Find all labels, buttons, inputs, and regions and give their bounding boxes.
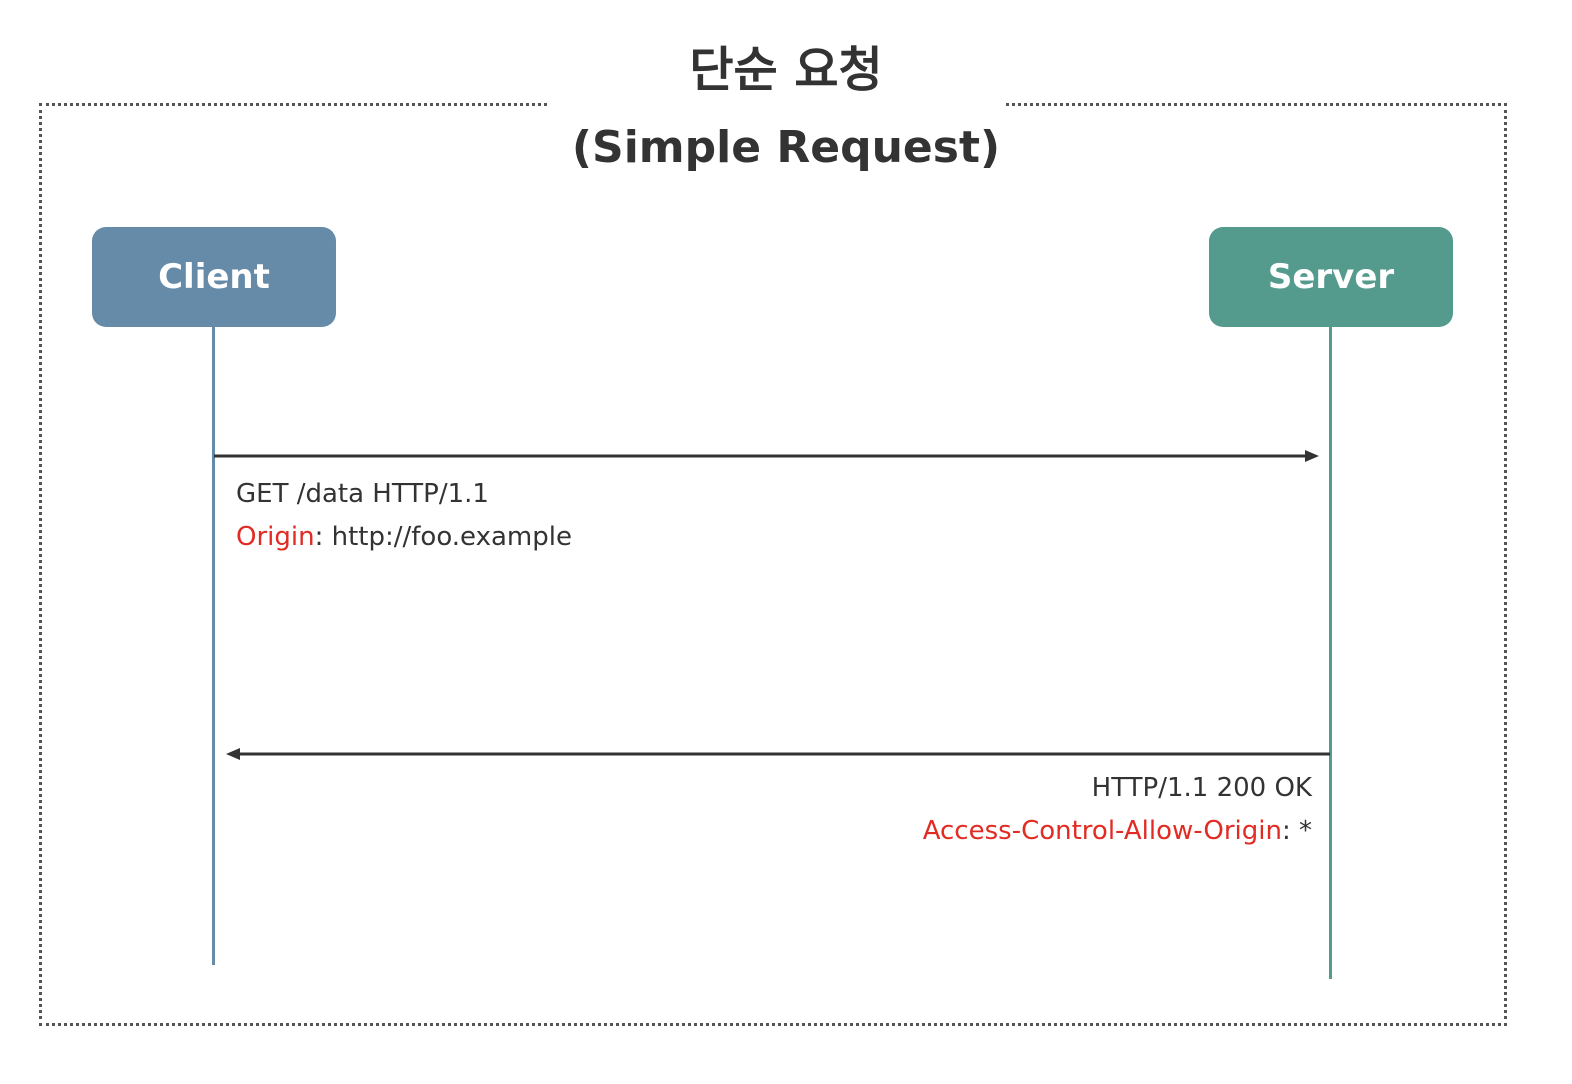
response-header-separator: :	[1281, 816, 1299, 846]
request-line: GET /data HTTP/1.1	[236, 479, 489, 509]
request-message: GET /data HTTP/1.1 Origin: http://foo.ex…	[236, 473, 572, 559]
origin-header-value: http://foo.example	[331, 522, 572, 552]
request-arrowhead	[1305, 450, 1319, 462]
origin-header-name: Origin	[236, 522, 315, 552]
response-message: HTTP/1.1 200 OK Access-Control-Allow-Ori…	[923, 767, 1312, 853]
response-arrowhead	[226, 748, 240, 760]
request-header: Origin: http://foo.example	[236, 516, 572, 559]
status-line: HTTP/1.1 200 OK	[1091, 773, 1312, 803]
acao-header-name: Access-Control-Allow-Origin	[922, 816, 1282, 846]
response-header: Access-Control-Allow-Origin: *	[923, 810, 1312, 853]
acao-header-value: *	[1299, 816, 1312, 846]
request-header-separator: :	[314, 522, 332, 552]
